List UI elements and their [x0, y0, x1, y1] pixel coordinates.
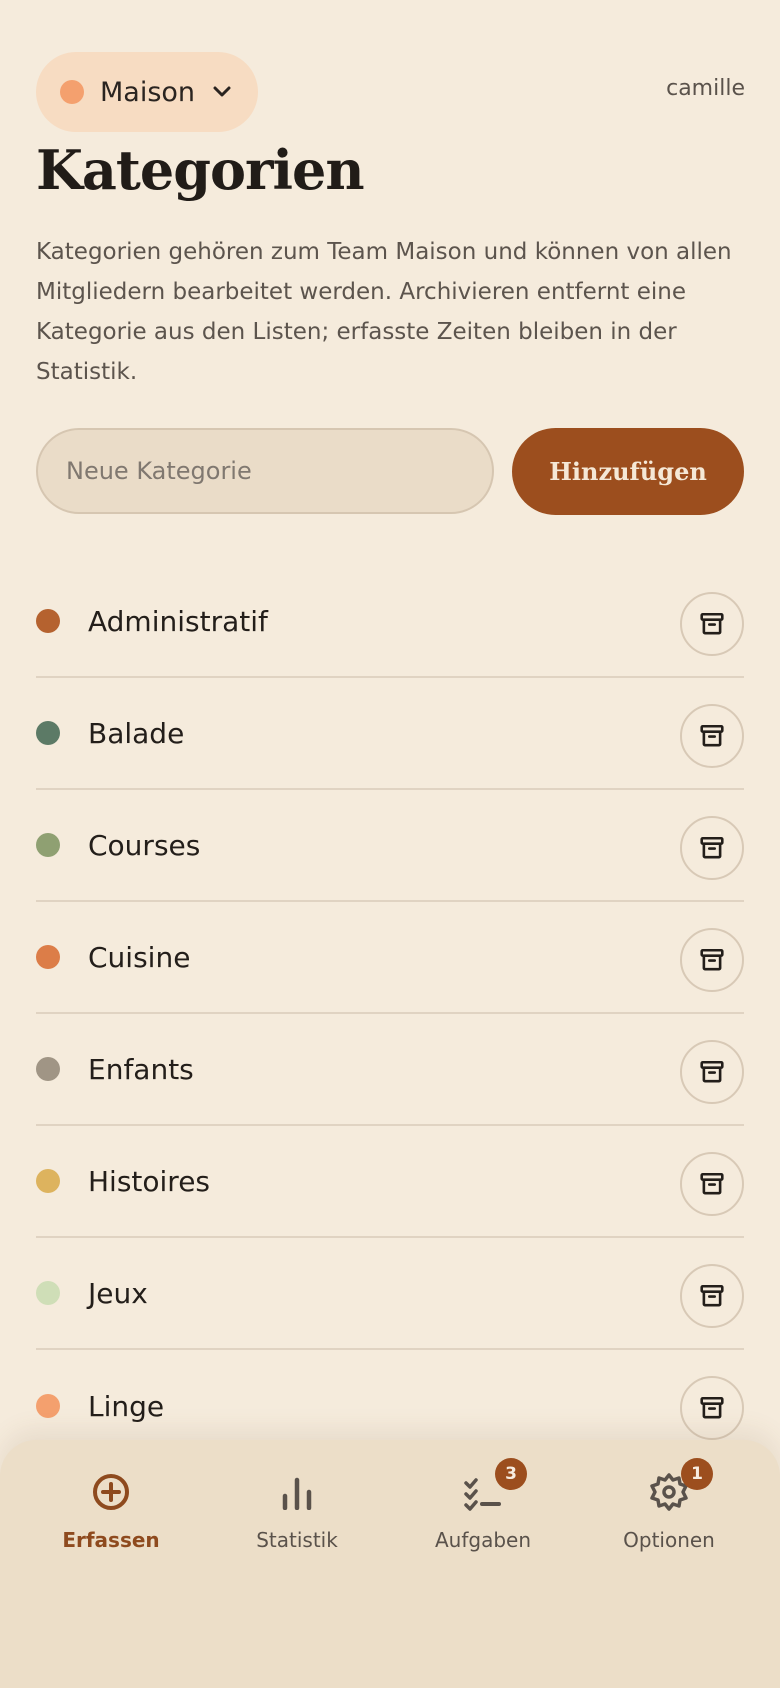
team-color-dot: [60, 80, 84, 104]
category-row-histoires: Histoires: [36, 1126, 744, 1238]
archive-button[interactable]: [680, 704, 744, 768]
category-label: Linge: [88, 1389, 165, 1423]
nav-label: Optionen: [623, 1528, 715, 1552]
archive-icon: [700, 836, 724, 859]
category-row-administratif: Administratif: [36, 566, 744, 678]
nav-aufgaben[interactable]: 3 Aufgaben: [390, 1458, 576, 1570]
team-name: Maison: [100, 76, 196, 108]
category-label: Jeux: [88, 1276, 148, 1310]
category-color-dot: [36, 945, 60, 969]
category-color-dot: [36, 1394, 60, 1418]
chevron-down-icon: [211, 81, 233, 103]
archive-button[interactable]: [680, 816, 744, 880]
category-color-dot: [36, 609, 60, 633]
archive-button[interactable]: [680, 1040, 744, 1104]
team-selector[interactable]: Maison: [36, 52, 258, 132]
category-label: Courses: [88, 828, 201, 862]
archive-icon: [700, 724, 724, 747]
category-label: Cuisine: [88, 940, 191, 974]
gear-icon: 1: [647, 1458, 713, 1514]
user-name[interactable]: camille: [666, 76, 745, 101]
archive-button[interactable]: [680, 1152, 744, 1216]
archive-icon: [700, 948, 724, 971]
archive-button[interactable]: [680, 1264, 744, 1328]
category-label: Enfants: [88, 1052, 194, 1086]
nav-label: Aufgaben: [434, 1528, 532, 1552]
nav-label: Statistik: [256, 1528, 338, 1552]
nav-statistik[interactable]: Statistik: [204, 1470, 390, 1570]
checklist-icon: 3: [461, 1458, 527, 1514]
category-row-balade: Balade: [36, 678, 744, 790]
notification-badge: 1: [681, 1458, 713, 1490]
category-label: Administratif: [88, 604, 268, 638]
archive-button[interactable]: [680, 928, 744, 992]
page-title: Kategorien: [36, 138, 365, 202]
category-row-enfants: Enfants: [36, 1014, 744, 1126]
bottom-nav: Erfassen Statistik 3 Aufgaben 1 Optionen: [0, 1440, 780, 1688]
category-label: Histoires: [88, 1164, 211, 1198]
nav-label: Erfassen: [62, 1528, 160, 1552]
archive-button[interactable]: [680, 1376, 744, 1440]
category-color-dot: [36, 721, 60, 745]
category-label: Balade: [88, 716, 185, 750]
category-color-dot: [36, 833, 60, 857]
plus-circle-icon: [89, 1470, 133, 1514]
nav-erfassen[interactable]: Erfassen: [18, 1470, 204, 1570]
archive-icon: [700, 1396, 724, 1419]
category-color-dot: [36, 1281, 60, 1305]
category-color-dot: [36, 1169, 60, 1193]
category-list: Administratif Balade Courses Cuisine Enf…: [36, 566, 744, 1462]
archive-button[interactable]: [680, 592, 744, 656]
archive-icon: [700, 612, 724, 635]
new-category-input[interactable]: [36, 428, 494, 514]
archive-icon: [700, 1172, 724, 1195]
nav-optionen[interactable]: 1 Optionen: [576, 1458, 762, 1570]
notification-badge: 3: [495, 1458, 527, 1490]
category-row-cuisine: Cuisine: [36, 902, 744, 1014]
category-row-jeux: Jeux: [36, 1238, 744, 1350]
bar-chart-icon: [275, 1470, 319, 1514]
archive-icon: [700, 1060, 724, 1083]
add-category-button[interactable]: Hinzufügen: [512, 428, 744, 515]
category-color-dot: [36, 1057, 60, 1081]
page-description: Kategorien gehören zum Team Maison und k…: [36, 239, 732, 385]
category-row-courses: Courses: [36, 790, 744, 902]
archive-icon: [700, 1284, 724, 1307]
